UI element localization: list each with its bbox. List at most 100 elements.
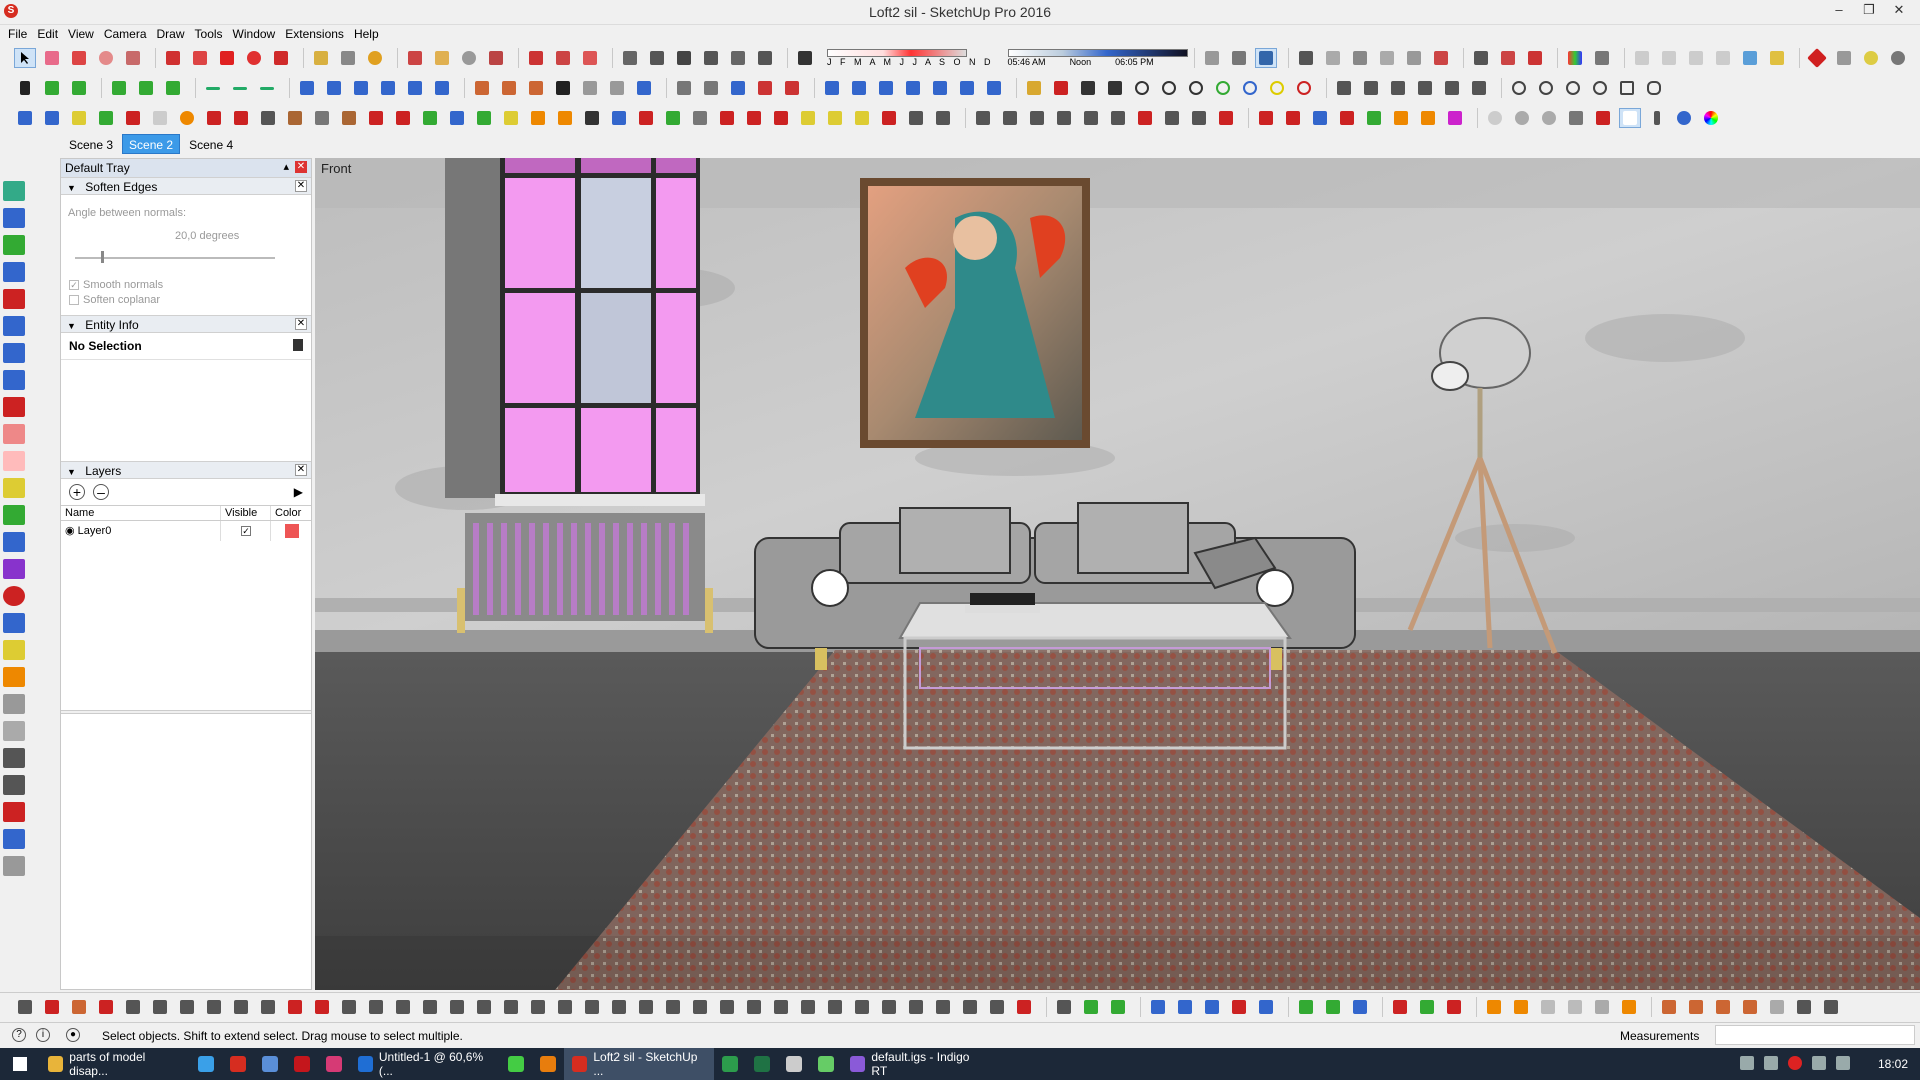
box-grey-a-icon[interactable] bbox=[3, 694, 25, 714]
menu-edit[interactable]: Edit bbox=[33, 24, 64, 44]
ext-an-icon[interactable] bbox=[1080, 108, 1102, 128]
ext-y-icon[interactable] bbox=[662, 108, 684, 128]
soften-edges-header[interactable]: ▼ Soften Edges ✕ bbox=[61, 177, 311, 195]
add-layer-button[interactable]: + bbox=[69, 484, 85, 500]
circle-d-icon[interactable] bbox=[1212, 78, 1234, 98]
dimensions-icon[interactable] bbox=[1497, 48, 1519, 68]
close-button[interactable]: ✕ bbox=[1884, 0, 1914, 22]
arc-tool-icon[interactable] bbox=[95, 48, 117, 68]
tray-arrow-icon[interactable] bbox=[1740, 1056, 1754, 1070]
ext-aq-icon[interactable] bbox=[1161, 108, 1183, 128]
bottom-tool-bf-icon[interactable] bbox=[1739, 997, 1761, 1017]
ext-ah-icon[interactable] bbox=[905, 108, 927, 128]
soften-coplanar-checkbox[interactable]: Soften coplanar bbox=[69, 294, 160, 306]
plugin-e-icon[interactable] bbox=[1739, 48, 1761, 68]
bottom-tool-ax-icon[interactable] bbox=[1389, 997, 1411, 1017]
ext-ad-icon[interactable] bbox=[797, 108, 819, 128]
delete-layer-button[interactable]: – bbox=[93, 484, 109, 500]
bottom-tool-i-icon[interactable] bbox=[230, 997, 252, 1017]
bottom-tool-c-icon[interactable] bbox=[68, 997, 90, 1017]
paint-bucket-icon[interactable] bbox=[364, 48, 386, 68]
plugin-f-icon[interactable] bbox=[1766, 48, 1788, 68]
tool-j-icon[interactable] bbox=[727, 78, 749, 98]
top-view-icon[interactable] bbox=[646, 48, 668, 68]
taskbar-item[interactable] bbox=[222, 1048, 254, 1080]
bottom-tool-k-icon[interactable] bbox=[284, 997, 306, 1017]
make-component-icon[interactable] bbox=[41, 78, 63, 98]
warehouse-icon[interactable] bbox=[525, 48, 547, 68]
bottom-tool-m-icon[interactable] bbox=[338, 997, 360, 1017]
bottom-tool-ak-icon[interactable] bbox=[986, 997, 1008, 1017]
grid-e-icon[interactable] bbox=[404, 78, 426, 98]
eraser-tool-icon[interactable] bbox=[41, 48, 63, 68]
circle-f-icon[interactable] bbox=[1266, 78, 1288, 98]
scene-tab-2[interactable]: Scene 2 bbox=[122, 134, 181, 154]
volume-icon[interactable] bbox=[1812, 1056, 1826, 1070]
grid-c-icon[interactable] bbox=[350, 78, 372, 98]
align-center-icon[interactable] bbox=[135, 78, 157, 98]
ext-af-icon[interactable] bbox=[851, 108, 873, 128]
menu-view[interactable]: View bbox=[64, 24, 100, 44]
bottom-tool-bb-icon[interactable] bbox=[1618, 997, 1640, 1017]
ext-x-icon[interactable] bbox=[635, 108, 657, 128]
active-layer-radio[interactable]: ◉ bbox=[65, 525, 75, 537]
help-icon[interactable] bbox=[1673, 108, 1695, 128]
section-cut-icon[interactable] bbox=[1430, 48, 1452, 68]
curve-d-icon[interactable] bbox=[1414, 78, 1436, 98]
shape-tool-icon[interactable] bbox=[122, 48, 144, 68]
curve-b-icon[interactable] bbox=[1360, 78, 1382, 98]
tool-u-icon[interactable] bbox=[1050, 78, 1072, 98]
ext-n-icon[interactable] bbox=[365, 108, 387, 128]
ext-t-icon[interactable] bbox=[527, 108, 549, 128]
bottom-tool-h-icon[interactable] bbox=[203, 997, 225, 1017]
bottom-tool-b-icon[interactable] bbox=[41, 997, 63, 1017]
blue-box-icon[interactable] bbox=[3, 532, 25, 552]
zoom-extents-icon[interactable] bbox=[485, 48, 507, 68]
ext-aw-icon[interactable] bbox=[1336, 108, 1358, 128]
smooth-normals-checkbox[interactable]: ✓ Smooth normals bbox=[69, 279, 163, 291]
bottom-tool-as-icon[interactable] bbox=[1228, 997, 1250, 1017]
bottom-tool-am-icon[interactable] bbox=[1053, 997, 1075, 1017]
ext-ay-icon[interactable] bbox=[1390, 108, 1412, 128]
move-icon[interactable] bbox=[3, 262, 25, 282]
box-blue-icon[interactable] bbox=[3, 829, 25, 849]
ext-c-icon[interactable] bbox=[68, 108, 90, 128]
angle-slider-track[interactable] bbox=[75, 257, 275, 259]
ext-z-icon[interactable] bbox=[689, 108, 711, 128]
ext-p-icon[interactable] bbox=[419, 108, 441, 128]
section-plane-icon[interactable] bbox=[1376, 48, 1398, 68]
shaded-textures-icon[interactable] bbox=[1254, 48, 1277, 68]
ext-w-icon[interactable] bbox=[608, 108, 630, 128]
menu-window[interactable]: Window bbox=[229, 24, 282, 44]
bottom-tool-af-icon[interactable] bbox=[851, 997, 873, 1017]
ext-bc-icon[interactable] bbox=[1511, 108, 1533, 128]
bottom-tool-z-icon[interactable] bbox=[689, 997, 711, 1017]
ext-o-icon[interactable] bbox=[392, 108, 414, 128]
select-arrow-icon[interactable] bbox=[14, 78, 36, 98]
tool-i-icon[interactable] bbox=[700, 78, 722, 98]
pencil-tool-icon[interactable] bbox=[68, 48, 90, 68]
collapse-triangle-icon[interactable]: ▼ bbox=[67, 321, 76, 331]
tool-blue-a-icon[interactable] bbox=[3, 613, 25, 633]
bottom-tool-f-icon[interactable] bbox=[149, 997, 171, 1017]
tray-splitter[interactable] bbox=[61, 710, 311, 714]
minimize-button[interactable]: – bbox=[1824, 0, 1854, 22]
taskbar-item[interactable]: Loft2 sil - SketchUp ... bbox=[564, 1048, 714, 1080]
align-right-icon[interactable] bbox=[162, 78, 184, 98]
menu-tools[interactable]: Tools bbox=[191, 24, 229, 44]
menu-file[interactable]: File bbox=[4, 24, 33, 44]
ext-ae-icon[interactable] bbox=[824, 108, 846, 128]
plugin-d-icon[interactable] bbox=[1712, 48, 1734, 68]
add-icon[interactable] bbox=[229, 78, 251, 98]
move-tool-icon[interactable] bbox=[216, 48, 238, 68]
extension-warehouse-icon[interactable] bbox=[579, 48, 601, 68]
bottom-tool-a-icon[interactable] bbox=[14, 997, 36, 1017]
taskbar-item[interactable] bbox=[254, 1048, 286, 1080]
wireframe-icon[interactable] bbox=[1228, 48, 1250, 68]
ext-b-icon[interactable] bbox=[41, 108, 63, 128]
tool-e-icon[interactable] bbox=[579, 78, 601, 98]
bottom-tool-q-icon[interactable] bbox=[446, 997, 468, 1017]
fog-icon[interactable] bbox=[1322, 48, 1344, 68]
bottom-tool-aq-icon[interactable] bbox=[1174, 997, 1196, 1017]
taskbar-item[interactable] bbox=[190, 1048, 222, 1080]
